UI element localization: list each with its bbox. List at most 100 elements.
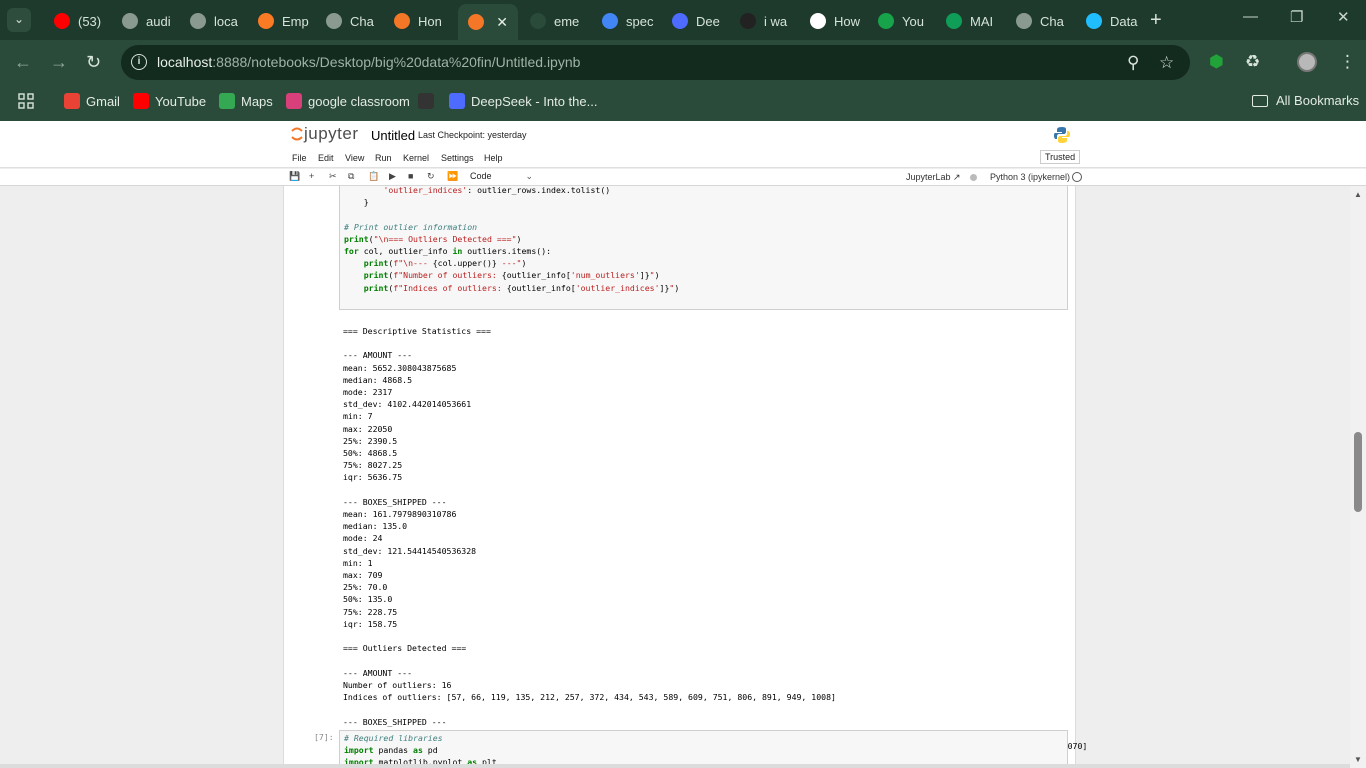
bookmark-item[interactable]: Maps <box>219 93 273 109</box>
back-button[interactable]: ← <box>14 52 32 72</box>
stop-icon[interactable]: ■ <box>408 171 413 181</box>
scrollbar-thumb[interactable] <box>1354 432 1362 512</box>
all-bookmarks-folder[interactable]: All Bookmarks <box>1252 93 1359 108</box>
browser-tab[interactable]: loca <box>180 6 242 36</box>
paste-icon[interactable]: 📋 <box>368 171 379 182</box>
menu-settings[interactable]: Settings <box>441 153 474 163</box>
jupyter-icon <box>394 13 410 29</box>
restore-button[interactable]: ❐ <box>1290 8 1303 26</box>
browser-tab[interactable]: audi <box>112 6 174 36</box>
bookmark-star-icon[interactable]: ☆ <box>1159 53 1174 73</box>
bookmark-item[interactable]: google classroom <box>286 93 410 109</box>
menu-edit[interactable]: Edit <box>318 153 334 163</box>
browser-tab-label: Data <box>1110 13 1138 29</box>
fast-forward-icon[interactable]: ⏩ <box>447 171 458 182</box>
kernel-status-icon <box>1072 172 1082 182</box>
new-tab-button[interactable]: + <box>1150 8 1162 32</box>
close-window-button[interactable]: ✕ <box>1337 8 1350 26</box>
reload-button[interactable]: ↻ <box>86 52 101 72</box>
menu-view[interactable]: View <box>345 153 364 163</box>
browser-tab[interactable]: spec <box>592 6 654 36</box>
scroll-down-icon[interactable]: ▼ <box>1354 755 1362 764</box>
kernel-name[interactable]: Python 3 (ipykernel) <box>990 172 1070 182</box>
menu-help[interactable]: Help <box>484 153 503 163</box>
save-icon[interactable]: 💾 <box>289 171 300 182</box>
menu-kebab-icon[interactable]: ⋮ <box>1339 52 1356 72</box>
cut-icon[interactable]: ✂ <box>329 171 337 182</box>
address-bar[interactable]: i localhost:8888/notebooks/Desktop/big%2… <box>121 45 1190 80</box>
chatgpt-icon <box>326 13 342 29</box>
browser-tab-bar: ⌄ (53) audi loca Emp Cha Hon ✕ eme spec Dee i wa Ho… <box>0 0 1366 40</box>
close-tab-icon[interactable]: ✕ <box>496 14 508 31</box>
browser-tab[interactable]: Cha <box>316 6 378 36</box>
code-cell-input[interactable]: 'outlier_indices': outlier_rows.index.to… <box>339 186 1068 310</box>
browser-tab[interactable]: You <box>868 6 930 36</box>
extension-icon[interactable]: ⬢ <box>1209 52 1224 72</box>
run-icon[interactable]: ▶ <box>389 171 396 182</box>
browser-tab[interactable]: Dee <box>662 6 724 36</box>
bookmark-item[interactable]: Gmail <box>64 93 120 109</box>
youtube-icon <box>54 13 70 29</box>
vertical-scrollbar[interactable]: ▲ ▼ <box>1350 186 1366 768</box>
bookmark-item[interactable]: DeepSeek - Into the... <box>449 93 597 109</box>
jupyter-wordmark: jupyter <box>304 124 359 143</box>
browser-tab[interactable]: Hon <box>384 6 446 36</box>
notebook-title[interactable]: Untitled <box>371 128 415 143</box>
arrow-left-icon: ← <box>14 52 32 72</box>
cell-type-select[interactable]: Code ⌄ <box>470 171 533 182</box>
horizontal-scrollbar[interactable] <box>0 764 1350 768</box>
ai-icon <box>740 13 756 29</box>
jupyterlab-link[interactable]: JupyterLab ↗ <box>906 172 961 183</box>
bookmark-item[interactable] <box>418 93 440 109</box>
trusted-indicator[interactable]: Trusted <box>1040 150 1081 164</box>
profile-avatar[interactable] <box>1297 52 1317 77</box>
arrow-right-icon: → <box>50 52 68 72</box>
maps-icon <box>219 93 235 109</box>
bookmark-label: google classroom <box>308 93 410 109</box>
menu-file[interactable]: File <box>292 153 307 163</box>
tab-search-button[interactable]: ⌄ <box>7 8 31 32</box>
classroom-icon <box>286 93 302 109</box>
external-link-icon: ↗ <box>953 172 961 182</box>
code-cell-input[interactable]: # Required libraries import pandas as pd… <box>339 730 1068 768</box>
browser-tab[interactable]: Cha <box>1006 6 1068 36</box>
restart-icon[interactable]: ↻ <box>427 171 435 182</box>
browser-tab[interactable]: eme <box>520 6 582 36</box>
browser-tab[interactable]: Data <box>1076 6 1138 36</box>
menu-run[interactable]: Run <box>375 153 392 163</box>
apps-grid-icon[interactable] <box>18 93 34 109</box>
scroll-up-icon[interactable]: ▲ <box>1354 190 1362 199</box>
deepseek-icon <box>672 13 688 29</box>
browser-tab-label: How <box>834 13 861 29</box>
minimize-button[interactable]: — <box>1243 8 1258 25</box>
browser-tab[interactable]: ✕ <box>458 4 518 40</box>
bookmark-label: Maps <box>241 93 273 109</box>
browser-tab[interactable]: MAI <box>936 6 998 36</box>
forward-button[interactable]: → <box>50 52 68 72</box>
code-cell-source[interactable]: # Required libraries import pandas as pd… <box>344 732 497 768</box>
python-logo-icon <box>1054 127 1070 143</box>
browser-tab[interactable]: (53) <box>44 6 106 36</box>
notebook-page: 'outlier_indices': outlier_rows.index.to… <box>283 186 1087 768</box>
sheets-icon <box>946 13 962 29</box>
url-text[interactable]: localhost:8888/notebooks/Desktop/big%20d… <box>157 54 580 70</box>
extensions-puzzle-icon[interactable]: ♻ <box>1245 52 1260 72</box>
add-cell-icon[interactable]: + <box>309 171 314 181</box>
browser-tab-label: Emp <box>282 13 309 29</box>
reload-icon: ↻ <box>86 52 102 72</box>
browser-tab[interactable]: How <box>800 6 862 36</box>
bookmark-item[interactable]: YouTube <box>133 93 206 109</box>
browser-tab[interactable]: i wa <box>730 6 792 36</box>
browser-tab-label: Cha <box>350 13 374 29</box>
xampp-icon <box>258 13 274 29</box>
blank-icon <box>530 13 546 29</box>
jupyter-header: jupyter Untitled Last Checkpoint: yester… <box>0 121 1366 148</box>
code-cell-source[interactable]: 'outlier_indices': outlier_rows.index.to… <box>344 186 679 294</box>
copy-icon[interactable]: ⧉ <box>348 171 354 182</box>
site-info-icon[interactable]: i <box>131 54 147 70</box>
browser-tab[interactable]: Emp <box>248 6 310 36</box>
jupyter-logo[interactable]: jupyter <box>290 124 359 144</box>
zoom-icon[interactable]: ⚲ <box>1127 53 1139 73</box>
browser-tab-label: Hon <box>418 13 442 29</box>
menu-kernel[interactable]: Kernel <box>403 153 429 163</box>
